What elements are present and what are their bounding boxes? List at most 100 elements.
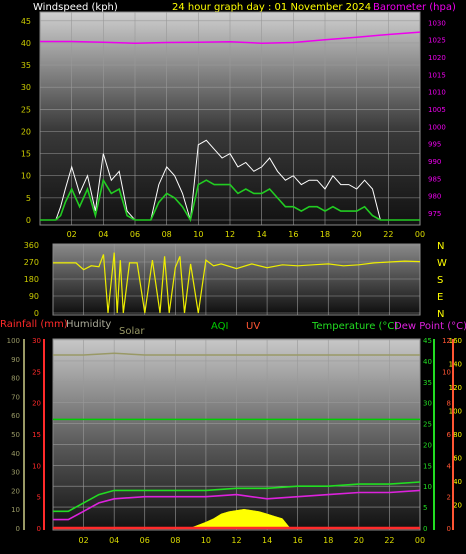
humidity-axis-title: Humidity (66, 319, 111, 330)
compass-label: N (437, 309, 444, 320)
rainfall-tick-label: 15 (32, 431, 41, 439)
wind-y-tick-label: 0 (26, 216, 31, 225)
barometer-tick-label: 1010 (428, 89, 446, 97)
barometer-tick-label: 985 (428, 175, 441, 183)
x-tick-label: 12 (225, 230, 235, 239)
x-tick-label: 16 (293, 536, 303, 545)
x-tick-label: 00 (415, 536, 425, 545)
direction-tick-label: 360 (24, 241, 39, 250)
uv-tick-label: 10 (442, 368, 451, 376)
temperature-tick-label: 0 (423, 525, 427, 533)
rainfall-tick-label: 20 (32, 400, 41, 408)
barometer-tick-label: 1005 (428, 106, 446, 114)
humidity-tick-label: 50 (11, 431, 20, 439)
windspeed-axis-title: Windspeed (kph) (33, 2, 118, 13)
temperature-tick-label: 10 (423, 483, 432, 491)
wind-y-tick-label: 20 (21, 127, 31, 136)
uv-tick-label: 6 (447, 431, 452, 439)
x-tick-label: 08 (170, 536, 180, 545)
compass-label: W (437, 258, 447, 269)
rainfall-tick-label: 25 (32, 368, 41, 376)
solar-tick-label: 140 (449, 361, 462, 369)
compass-label: N (437, 241, 444, 252)
solar-tick-label: 60 (453, 455, 462, 463)
x-tick-label: 22 (384, 536, 394, 545)
x-tick-label: 14 (262, 536, 272, 545)
temperature-tick-label: 45 (423, 337, 432, 345)
barometer-tick-label: 995 (428, 141, 441, 149)
barometer-tick-label: 1025 (428, 37, 446, 45)
barometer-tick-label: 980 (428, 193, 441, 201)
wind-y-tick-label: 15 (21, 150, 31, 159)
uv-tick-label: 0 (447, 525, 451, 533)
barometer-axis-title: Barometer (hpa) (373, 2, 456, 13)
wind-y-tick-label: 30 (21, 83, 31, 92)
barometer-tick-label: 1020 (428, 54, 446, 62)
temperature-tick-label: 20 (423, 441, 432, 449)
x-tick-label: 06 (140, 536, 150, 545)
uv-tick-label: 12 (442, 337, 451, 345)
x-tick-label: 20 (352, 230, 362, 239)
temperature-tick-label: 25 (423, 421, 432, 429)
x-tick-label: 16 (288, 230, 298, 239)
temperature-tick-label: 30 (423, 400, 432, 408)
humidity-tick-label: 100 (7, 337, 20, 345)
x-tick-label: 14 (257, 230, 267, 239)
solar-tick-label: 80 (453, 431, 462, 439)
x-tick-label: 18 (323, 536, 333, 545)
direction-tick-label: 90 (29, 292, 39, 301)
weather-graphs: Windspeed (kph) 24 hour graph day : 01 N… (0, 2, 466, 545)
rainfall-tick-label: 30 (32, 337, 41, 345)
direction-tick-label: 180 (24, 275, 39, 284)
wind-y-tick-label: 25 (21, 105, 31, 114)
wind-y-tick-label: 10 (21, 172, 31, 181)
x-tick-label: 10 (193, 230, 203, 239)
x-tick-label: 02 (67, 230, 77, 239)
humidity-tick-label: 0 (16, 525, 20, 533)
temperature-tick-label: 40 (423, 358, 432, 366)
barometer-tick-label: 990 (428, 158, 441, 166)
x-tick-label: 04 (98, 230, 108, 239)
solar-tick-label: 100 (449, 408, 462, 416)
temperature-axis-title: Temperature (°C) (311, 321, 398, 332)
wind-y-tick-label: 5 (26, 194, 31, 203)
humidity-tick-label: 80 (11, 375, 20, 383)
solar-tick-label: 120 (449, 384, 462, 392)
compass-label: S (437, 275, 443, 286)
x-tick-label: 00 (415, 230, 425, 239)
rainfall-tick-label: 10 (32, 462, 41, 470)
uv-axis-title: UV (246, 321, 260, 332)
x-tick-label: 12 (231, 536, 241, 545)
x-tick-label: 04 (109, 536, 119, 545)
graph-title: 24 hour graph day : 01 November 2024 (172, 2, 371, 13)
x-tick-label: 06 (130, 230, 140, 239)
wind-y-tick-label: 35 (21, 61, 31, 70)
x-tick-label: 10 (201, 536, 211, 545)
temperature-tick-label: 5 (423, 504, 427, 512)
x-tick-label: 22 (383, 230, 393, 239)
humidity-tick-label: 20 (11, 487, 20, 495)
uv-tick-label: 8 (447, 400, 451, 408)
direction-tick-label: 270 (24, 258, 39, 267)
rainfall-tick-label: 5 (37, 494, 41, 502)
solar-axis-title: Solar (119, 326, 145, 337)
humidity-tick-label: 90 (11, 356, 20, 364)
barometer-tick-label: 975 (428, 210, 441, 218)
humidity-tick-label: 70 (11, 393, 20, 401)
rainfall-axis-title: Rainfall (mm) (0, 319, 68, 330)
compass-label: E (437, 292, 443, 303)
solar-tick-label: 40 (453, 478, 462, 486)
wind-y-tick-label: 45 (21, 17, 31, 26)
humidity-tick-label: 30 (11, 469, 20, 477)
humidity-tick-label: 10 (11, 506, 20, 514)
humidity-tick-label: 40 (11, 450, 20, 458)
x-tick-label: 02 (78, 536, 88, 545)
x-tick-label: 18 (320, 230, 330, 239)
temperature-tick-label: 35 (423, 379, 432, 387)
direction-tick-label: 0 (34, 309, 39, 318)
wind-y-tick-label: 40 (21, 39, 31, 48)
barometer-tick-label: 1015 (428, 71, 446, 79)
barometer-tick-label: 1030 (428, 19, 446, 27)
uv-tick-label: 4 (447, 462, 452, 470)
x-tick-label: 08 (162, 230, 172, 239)
